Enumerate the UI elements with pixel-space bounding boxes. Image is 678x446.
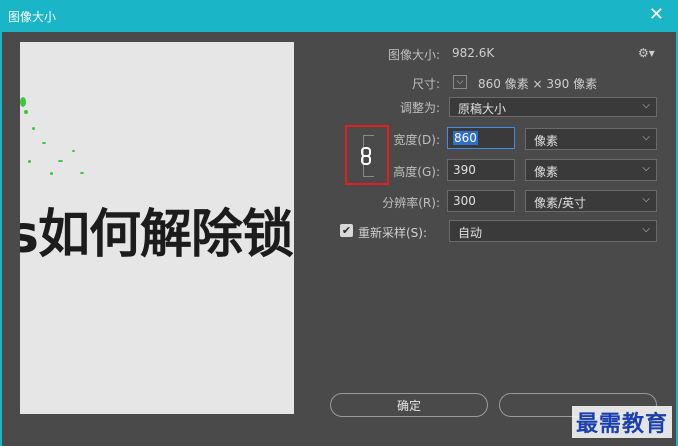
resample-checkbox[interactable]: ✔ (340, 224, 353, 237)
height-input[interactable]: 390 (447, 159, 515, 181)
green-splash-mark (72, 150, 75, 152)
resolution-label: 分辨率(R): (382, 196, 440, 210)
fit-to-value: 原稿大小 (458, 102, 507, 116)
constrain-proportions-highlight (345, 125, 389, 185)
chevron-down-icon: ⌵ (642, 132, 650, 143)
fit-to-select[interactable]: 原稿大小 ⌵ (449, 97, 657, 117)
width-unit-select[interactable]: 像素 ⌵ (525, 128, 657, 150)
height-unit: 像素 (534, 165, 559, 179)
resample-label: 重新采样(S): (358, 226, 428, 240)
chevron-down-icon: ⌵ (642, 224, 650, 235)
resolution-unit-select[interactable]: 像素/英寸 ⌵ (525, 190, 657, 212)
resolution-input[interactable]: 300 (447, 190, 515, 212)
dimensions-value: 860 像素 × 390 像素 (478, 77, 598, 91)
image-preview[interactable]: s如何解除锁 (20, 42, 294, 414)
green-splash-mark (42, 142, 46, 144)
height-unit-select[interactable]: 像素 ⌵ (525, 159, 657, 181)
fit-to-label: 调整为: (399, 101, 440, 115)
resample-select[interactable]: 自动 ⌵ (449, 220, 657, 242)
height-value: 390 (453, 163, 476, 177)
width-input[interactable]: 860 (447, 127, 515, 149)
green-splash-mark (58, 160, 63, 162)
watermark-logo: 最需教育 (571, 406, 672, 438)
dimensions-label: 尺寸: (411, 77, 440, 91)
chevron-down-icon: ⌵ (642, 163, 650, 174)
title-bar: 图像大小 ✕ (0, 0, 678, 32)
width-value: 860 (453, 131, 478, 145)
resolution-value: 300 (453, 194, 476, 208)
green-splash-mark (32, 127, 35, 130)
green-splash-mark (24, 110, 28, 114)
image-size-label: 图像大小: (387, 48, 440, 62)
preview-text: s如何解除锁 (20, 205, 294, 265)
gear-icon[interactable]: ⚙▾ (638, 46, 655, 60)
link-chain-icon[interactable] (359, 147, 373, 165)
resample-value: 自动 (458, 226, 483, 240)
green-splash-mark (50, 172, 53, 175)
resolution-unit: 像素/英寸 (534, 196, 587, 210)
green-splash-mark (28, 160, 31, 163)
chevron-down-icon[interactable]: ⌵ (453, 75, 467, 89)
window-title: 图像大小 (8, 10, 57, 24)
image-size-value: 982.6K (452, 46, 495, 60)
height-label: 高度(G): (393, 165, 440, 179)
green-splash-mark (80, 172, 84, 174)
ok-button[interactable]: 确定 (330, 393, 488, 417)
width-label: 宽度(D): (393, 133, 440, 147)
chevron-down-icon: ⌵ (642, 194, 650, 205)
width-unit: 像素 (534, 134, 559, 148)
chevron-down-icon: ⌵ (642, 100, 650, 111)
close-icon[interactable]: ✕ (649, 5, 664, 25)
green-splash-mark (20, 97, 26, 107)
